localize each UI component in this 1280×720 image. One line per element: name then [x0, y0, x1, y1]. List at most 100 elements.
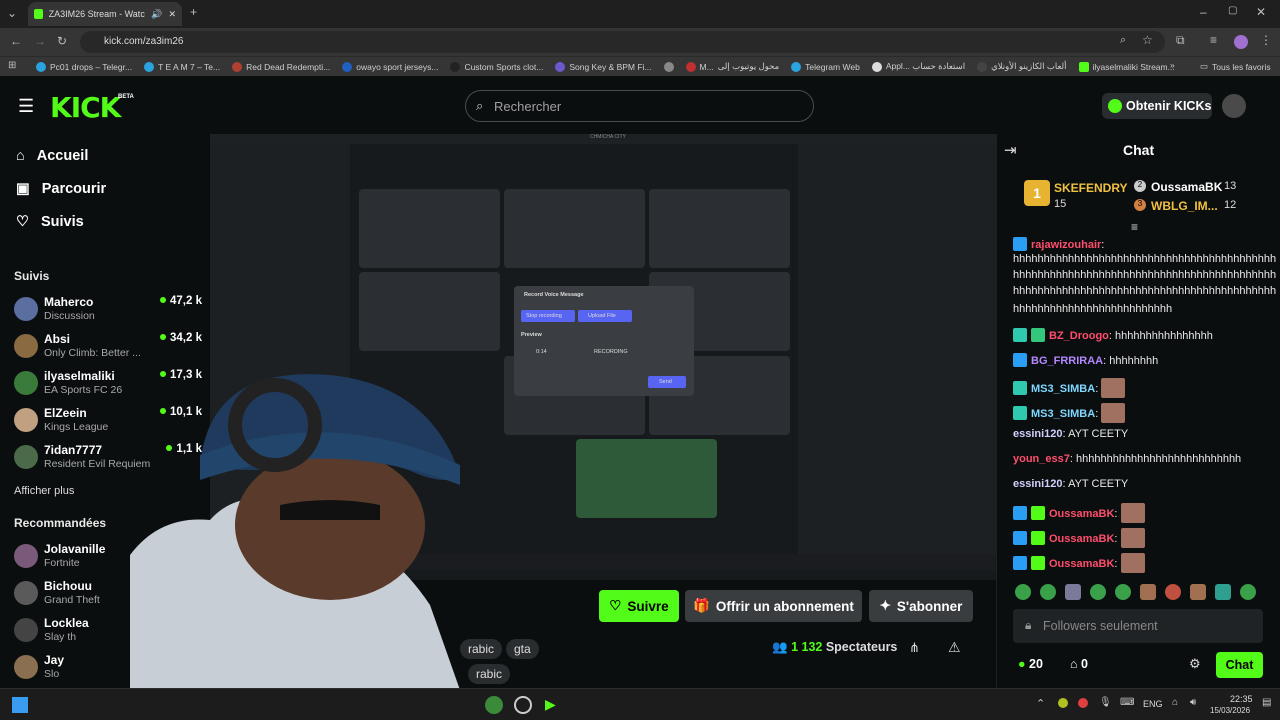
reload-icon[interactable]: ↻ — [57, 34, 67, 48]
keyboard-icon[interactable]: ⌨ — [1120, 697, 1134, 708]
bookmark[interactable]: ألعاب الكازينو الأونلاي — [977, 61, 1067, 72]
bookmark[interactable]: Custom Sports clot... — [450, 61, 543, 72]
network-icon[interactable]: ⌂ — [1172, 697, 1178, 708]
profile-avatar[interactable] — [1234, 35, 1248, 49]
address-bar[interactable]: kick.com/za3im26 — [80, 31, 1165, 53]
stream-tag[interactable]: gta — [506, 639, 539, 659]
bookmark[interactable]: owayo sport jerseys... — [342, 61, 438, 72]
kick-logo[interactable]: KICK — [50, 91, 121, 124]
follow-button[interactable]: ♡ Suivre — [599, 590, 679, 622]
kick-app-icon[interactable]: ▶ — [545, 696, 556, 713]
followed-channel[interactable]: Maherco Discussion 47,2 k — [14, 293, 202, 329]
gift-subscription-button[interactable]: 🎁 Offrir un abonnement — [685, 590, 862, 622]
bookmark[interactable]: ilyaselmaliki Stream... — [1078, 61, 1175, 72]
bookmark[interactable]: Red Dead Redempti... — [232, 61, 330, 72]
emote-icon[interactable] — [1015, 584, 1031, 600]
zoom-icon[interactable]: ⌕ — [1120, 34, 1126, 47]
nav-home[interactable]: ⌂ Accueil — [16, 148, 88, 164]
expand-leaderboard-icon[interactable]: ≡ — [1131, 220, 1138, 234]
leaderboard-name[interactable]: OussamaBK — [1151, 180, 1222, 194]
forward-icon[interactable]: → — [34, 34, 46, 48]
leaderboard-name[interactable]: SKEFENDRY — [1054, 181, 1128, 195]
back-icon[interactable]: ← — [10, 34, 22, 48]
new-tab-icon[interactable]: + — [190, 5, 197, 19]
chat-settings-icon[interactable]: ⚙ — [1189, 656, 1201, 672]
search-input[interactable]: ⌕ Rechercher — [465, 90, 814, 122]
clock-date[interactable]: 15/03/2026 — [1210, 706, 1250, 715]
share-icon[interactable]: ⋔ — [909, 640, 920, 656]
bookmark[interactable]: T E A M 7 – Te... — [144, 61, 220, 72]
chat-message: MS3_SIMBA: — [1013, 378, 1126, 398]
bookmark[interactable]: M... محول يوتيوب إلى — [685, 61, 779, 72]
more-bookmarks-icon[interactable]: » — [1170, 60, 1175, 70]
xbox-icon[interactable] — [485, 696, 503, 714]
stream-tag[interactable]: rabic — [468, 664, 511, 684]
emote-icon[interactable] — [1240, 584, 1256, 600]
tab-search-icon[interactable]: ⌄ — [7, 6, 17, 20]
rdr-icon — [232, 61, 243, 72]
chat-input-placeholder: Followers seulement — [1043, 619, 1158, 633]
tray-app-icon[interactable] — [1078, 698, 1088, 708]
app-icon[interactable] — [514, 696, 532, 714]
stream-tag[interactable]: rabic — [460, 639, 503, 659]
nav-following[interactable]: ♡ Suivis — [16, 214, 84, 230]
bookmark[interactable]: Appl... استعادة حساب — [871, 61, 965, 72]
kicks-balance[interactable]: ● 20 — [1018, 657, 1043, 671]
tab-close-icon[interactable]: ✕ — [168, 9, 176, 20]
bookmark[interactable]: Telegram Web — [791, 61, 860, 72]
emote-icon[interactable] — [1065, 584, 1081, 600]
emote-icon[interactable] — [1165, 584, 1181, 600]
channel-category: Discussion — [44, 310, 95, 322]
chat-message: BG_FRRIRAA: hhhhhhhh — [1013, 353, 1158, 368]
extensions-icon[interactable]: ⧉ — [1176, 33, 1185, 48]
browser-tab[interactable]: ZA3IM26 Stream - Watch L 🔊 ✕ — [28, 2, 182, 26]
get-kicks-button[interactable]: Obtenir KICKs — [1102, 93, 1212, 119]
tab-title: ZA3IM26 Stream - Watch L — [48, 9, 146, 19]
leaderboard-count: 13 — [1224, 180, 1237, 192]
emote-icon[interactable] — [1115, 584, 1131, 600]
notifications-icon[interactable]: ▤ — [1262, 697, 1271, 708]
report-icon[interactable]: ⚠ — [948, 639, 961, 656]
apps-icon[interactable]: ⊞ — [8, 60, 16, 71]
avatar — [14, 408, 38, 432]
subscribe-button[interactable]: ✦ S'abonner — [869, 590, 973, 622]
volume-icon[interactable]: 🔊︎ — [1190, 697, 1196, 708]
mic-icon[interactable]: 🎙︎ — [1099, 697, 1112, 708]
tab-mute-icon[interactable]: 🔊 — [151, 9, 162, 20]
maximize-icon[interactable]: ▢ — [1228, 5, 1237, 16]
emote-icon[interactable] — [1215, 584, 1231, 600]
clock-time[interactable]: 22:35 — [1230, 694, 1253, 704]
avatar — [14, 581, 38, 605]
emote-icon[interactable] — [1040, 584, 1056, 600]
bookmark[interactable] — [663, 61, 674, 72]
chat-send-button[interactable]: Chat — [1216, 652, 1263, 678]
bookmark[interactable]: Song Key & BPM Fi... — [555, 61, 652, 72]
window-close-icon[interactable]: ✕ — [1256, 5, 1266, 19]
windows-start-icon[interactable] — [12, 697, 28, 713]
chat-message-text: hhhhhhhhhhhhhhhhhhhhhhhhhhhhhhhhhhhhhhhh… — [1013, 285, 1277, 297]
minimize-icon[interactable]: – — [1200, 5, 1207, 19]
hamburger-menu-icon[interactable]: ☰ — [18, 96, 34, 117]
tray-expand-icon[interactable]: ⌃ — [1036, 697, 1045, 710]
emote-icon[interactable] — [1090, 584, 1106, 600]
collapse-chat-icon[interactable]: ⇥ — [1004, 141, 1017, 159]
bookmark[interactable]: Pc01 drops – Telegr... — [36, 61, 132, 72]
tray-app-icon[interactable] — [1058, 698, 1068, 708]
all-bookmarks[interactable]: ▭ Tous les favoris — [1200, 61, 1271, 72]
input-language[interactable]: ENG — [1143, 699, 1163, 709]
chat-input[interactable]: 🔒︎ Followers seulement — [1013, 609, 1263, 643]
menu-icon[interactable]: ⋮ — [1260, 33, 1272, 47]
chat-message: rajawizouhair: — [1013, 237, 1104, 252]
emote — [1101, 403, 1126, 423]
emote-icon[interactable] — [1140, 584, 1156, 600]
chat-message: OussamaBK: — [1013, 528, 1145, 548]
emote-icon[interactable] — [1190, 584, 1206, 600]
bookmark-star-icon[interactable]: ☆ — [1142, 33, 1153, 47]
gifts-balance[interactable]: ⌂ 0 — [1070, 657, 1088, 671]
show-more-link[interactable]: Afficher plus — [14, 485, 74, 497]
media-icon[interactable]: ≡ — [1210, 33, 1217, 47]
leaderboard-name[interactable]: WBLG_IM... — [1151, 199, 1218, 213]
user-avatar[interactable] — [1222, 94, 1246, 118]
kicks-icon: ● — [1018, 657, 1026, 671]
nav-browse[interactable]: ▣ Parcourir — [16, 181, 106, 197]
